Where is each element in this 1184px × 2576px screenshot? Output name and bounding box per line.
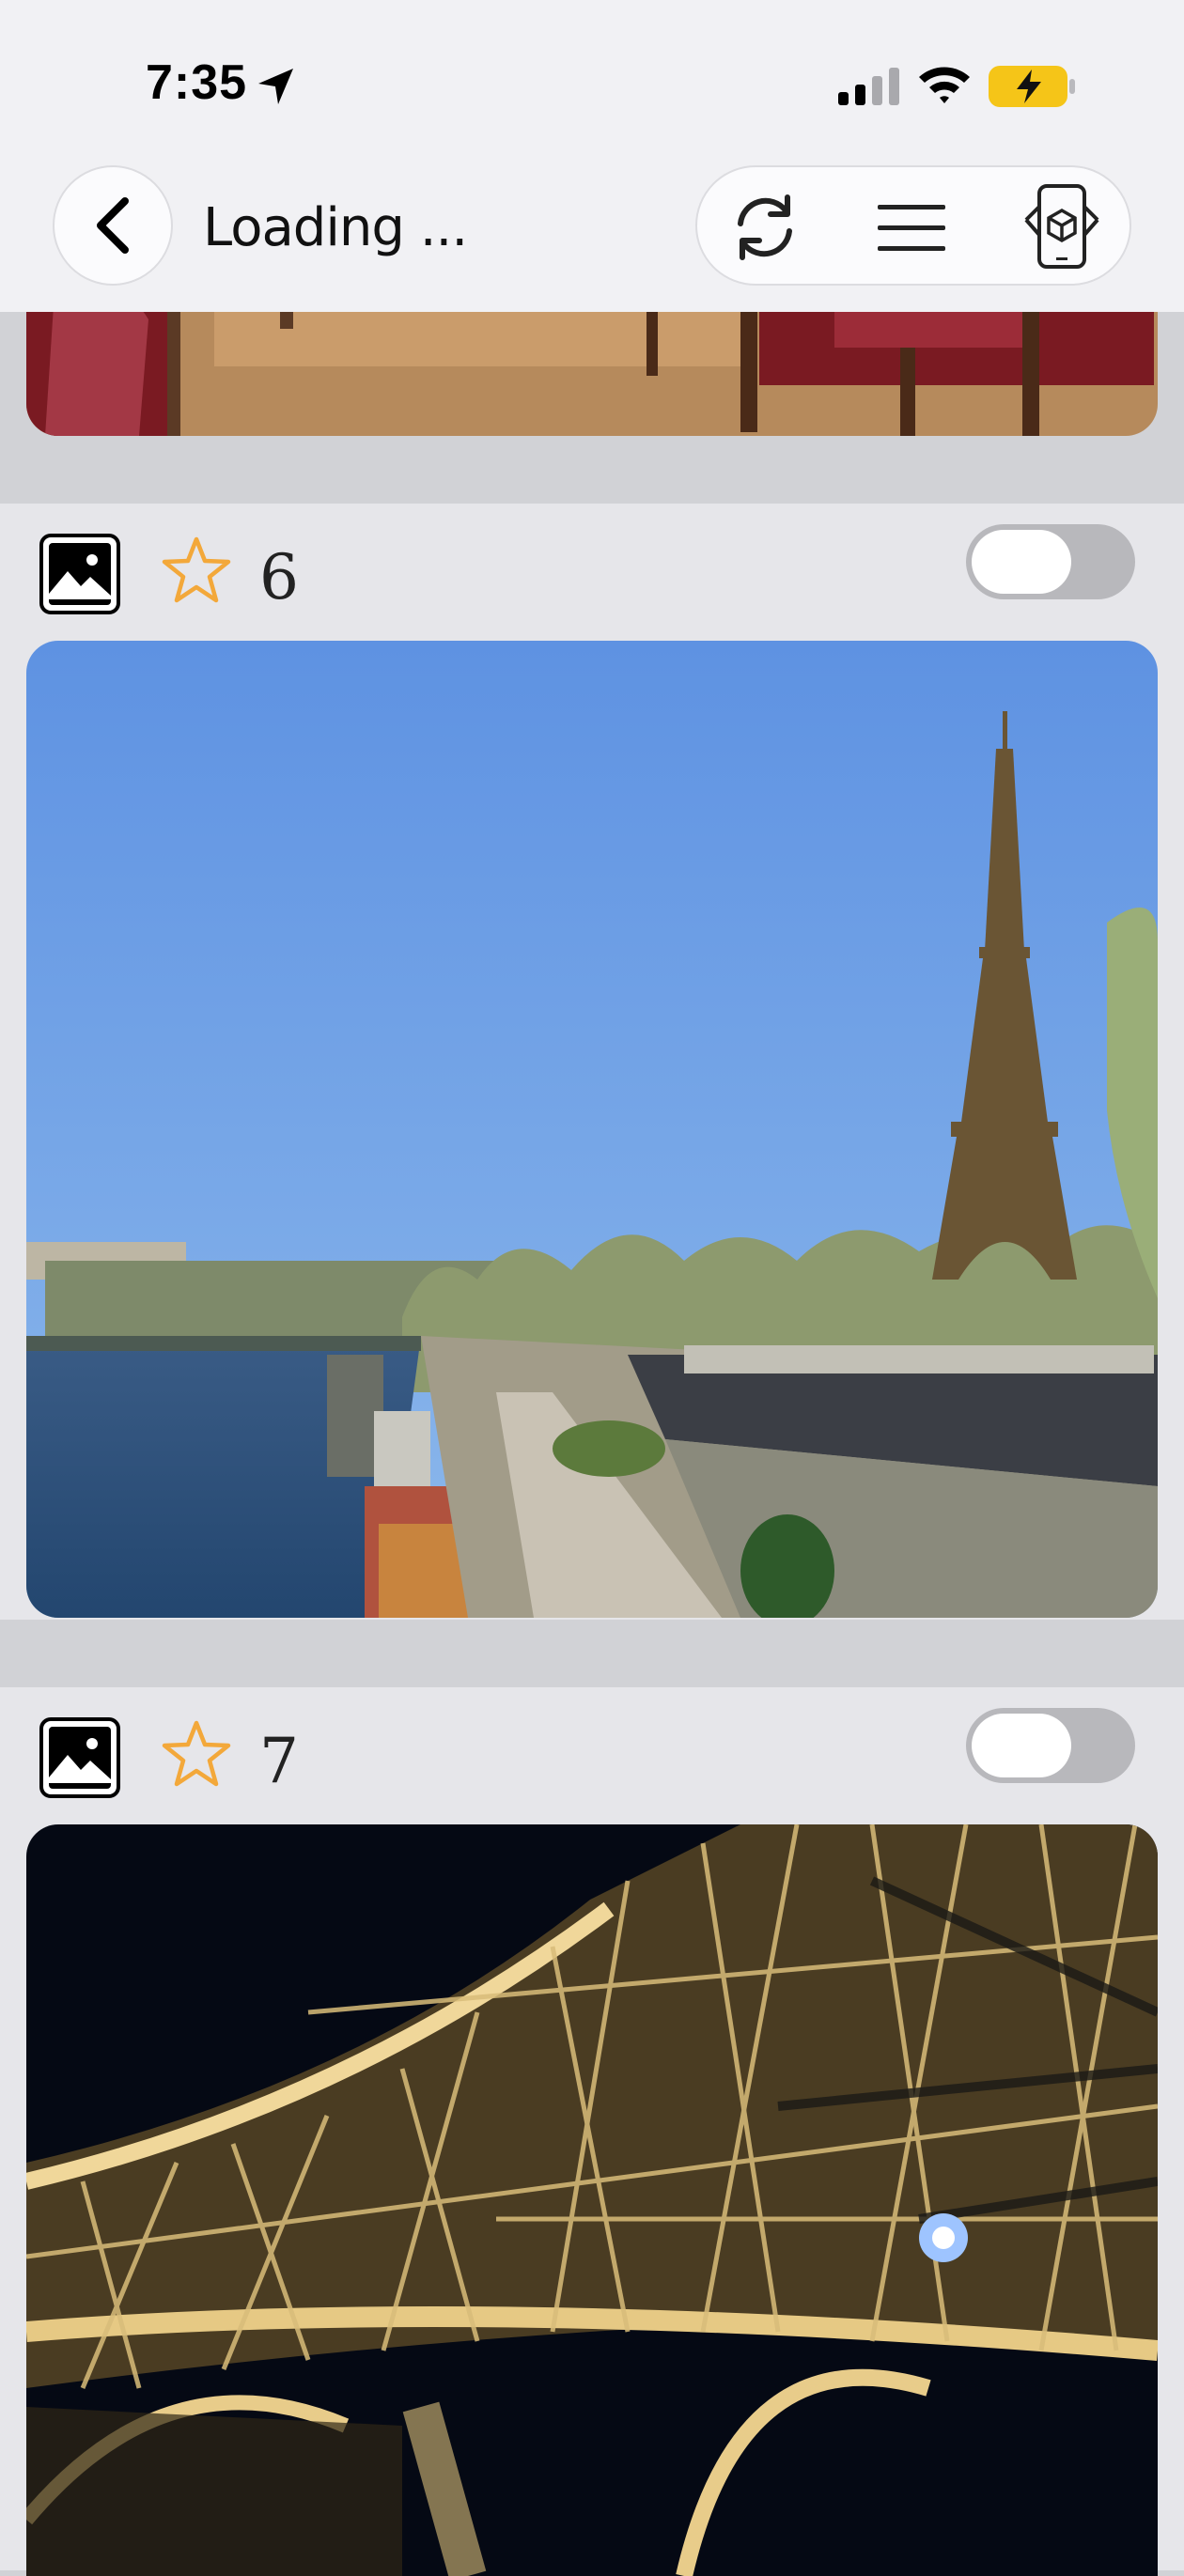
top-bar: 7:35 Loading ... (0, 0, 1184, 312)
chevron-left-icon (97, 197, 129, 254)
item-header: 6 (0, 504, 1184, 635)
toggle-knob (972, 1714, 1071, 1777)
item-header: 7 (0, 1687, 1184, 1819)
back-button[interactable] (53, 165, 173, 286)
eiffel-tower-day-photo[interactable] (26, 641, 1158, 1618)
ar-phone-icon[interactable] (1017, 182, 1107, 272)
item-toggle[interactable] (966, 524, 1135, 599)
eiffel-tower-night-photo[interactable] (26, 1824, 1158, 2576)
photo-icon (39, 534, 120, 614)
refresh-icon[interactable] (725, 188, 804, 267)
location-arrow-icon (256, 66, 297, 107)
menu-icon[interactable] (872, 188, 951, 267)
item-count: 6 (259, 541, 299, 613)
photo-icon (39, 1717, 120, 1798)
wifi-icon (916, 62, 973, 105)
battery-charging-icon (989, 66, 1075, 107)
status-time: 7:35 (146, 55, 248, 110)
item-count: 7 (259, 1725, 299, 1797)
star-outline-icon[interactable] (160, 1717, 233, 1791)
list-item: 6 (0, 504, 1184, 1620)
header-actions (695, 165, 1131, 286)
cellular-signal-icon (838, 68, 900, 105)
item-toggle[interactable] (966, 1708, 1135, 1783)
page-title: Loading ... (203, 197, 468, 258)
toggle-knob (972, 530, 1071, 594)
star-outline-icon[interactable] (160, 534, 233, 607)
list-item: 7 (0, 1687, 1184, 2576)
